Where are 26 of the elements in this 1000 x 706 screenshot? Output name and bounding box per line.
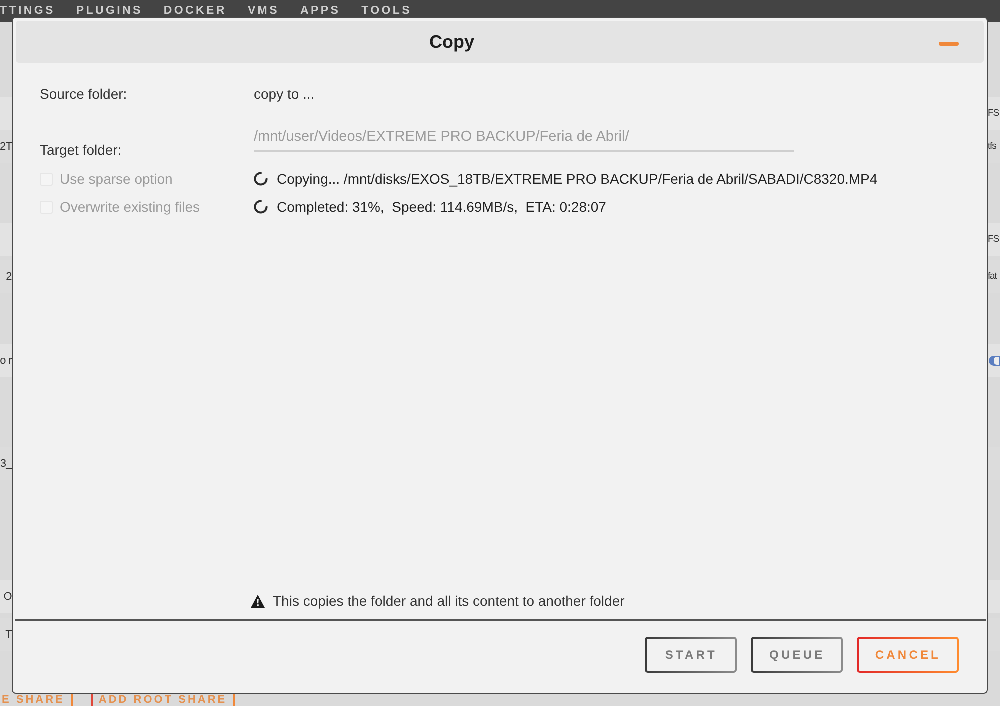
field-value: copy to ...	[254, 85, 315, 104]
spinner-icon	[254, 200, 268, 214]
status-text: Copying... /mnt/disks/EXOS_18TB/EXTREME PRO BACKUP/Feria de Abril/SABADI/C8320.MP4	[277, 170, 878, 189]
table-text: 2T	[0, 140, 12, 152]
warning-icon	[251, 594, 265, 608]
field-label: Target folder:	[40, 141, 122, 160]
table-text: 2	[5, 270, 12, 282]
option-label: Overwrite existing files	[60, 198, 200, 217]
status-text: Completed: 31%, Speed: 114.69MB/s, ETA: 0:28:07	[277, 198, 606, 217]
action-button[interactable]: START	[645, 637, 738, 673]
table-text: tfs	[988, 141, 998, 152]
note-text: This copies the folder and all its content to another folder	[273, 593, 625, 609]
table-text: fat	[988, 271, 998, 282]
table-text: O	[2, 590, 12, 602]
action-button[interactable]: QUEUE	[751, 637, 844, 673]
toggle-switch[interactable]	[989, 356, 1000, 366]
spinner-icon	[254, 172, 268, 186]
table-text: T	[4, 628, 12, 640]
dialog-title: Copy	[428, 32, 476, 52]
table-text: o r	[0, 354, 12, 366]
minimize-icon[interactable]	[939, 42, 959, 46]
table-text: 3_	[0, 458, 12, 470]
table-text: FS	[988, 234, 1000, 245]
option-label: Use sparse option	[60, 170, 173, 189]
table-text: FS	[988, 108, 1000, 119]
field-label: Source folder:	[40, 85, 128, 104]
